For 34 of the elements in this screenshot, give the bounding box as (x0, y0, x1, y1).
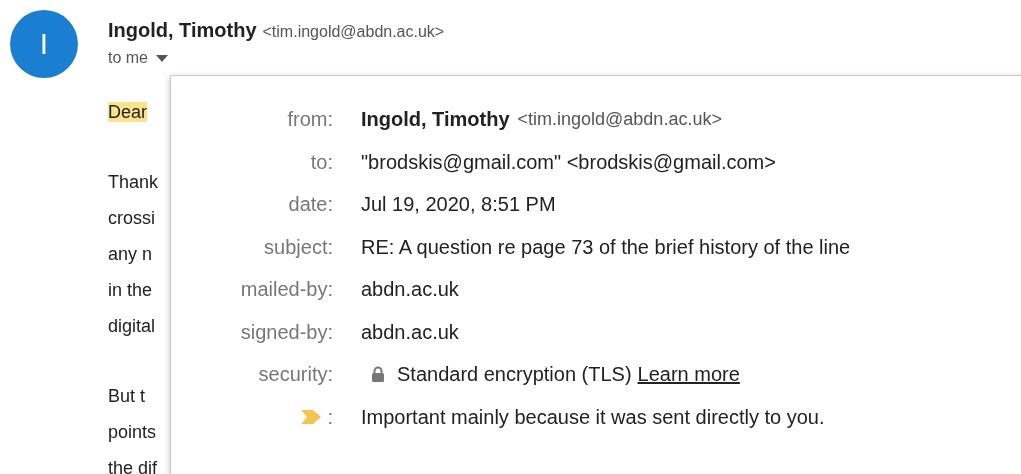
field-value: RE: A question re page 73 of the brief history of the line (361, 234, 851, 260)
body-text: Dear (108, 102, 147, 122)
learn-more-link[interactable]: Learn more (637, 353, 740, 396)
importance-marker-icon (301, 409, 322, 424)
field-value: Standard encryption (TLS) (397, 362, 632, 387)
field-value: abdn.ac.uk (361, 319, 459, 345)
recipient-text: to me (108, 49, 148, 67)
sender-email: <tim.ingold@abdn.ac.uk> (262, 23, 445, 40)
body-text: in the (108, 280, 153, 300)
sender-name: Ingold, Timothy (108, 19, 257, 41)
lock-icon (371, 366, 385, 383)
body-text: any n (108, 244, 153, 264)
caret-icon[interactable] (156, 54, 168, 62)
body-text: the dif (108, 458, 158, 474)
field-label: security: (258, 362, 333, 387)
field-value: Jul 19, 2020, 8:51 PM (361, 192, 556, 217)
body-text: points (108, 422, 157, 442)
sender-name: Ingold, Timothy (361, 107, 510, 132)
body-text: Thank (108, 172, 159, 192)
importance-reason: Important mainly because it was sent directly to you. (361, 404, 825, 430)
field-value: abdn.ac.uk (361, 277, 459, 302)
sender-email: <tim.ingold@abdn.ac.uk> (517, 108, 722, 131)
body-text: crossi (108, 208, 155, 228)
field-label: date: (288, 192, 333, 217)
field-label: : (327, 404, 333, 430)
field-label: subject: (264, 234, 333, 260)
field-label: signed-by: (240, 319, 333, 345)
body-text: digital (108, 316, 156, 336)
field-label: mailed-by: (240, 277, 333, 302)
field-value: "brodskis@gmail.com" <brodskis@gmail.com> (361, 149, 776, 175)
field-label: to: (310, 149, 333, 175)
body-text: But t (108, 386, 146, 406)
sender-avatar: I (10, 10, 78, 78)
field-label: from: (287, 107, 333, 132)
